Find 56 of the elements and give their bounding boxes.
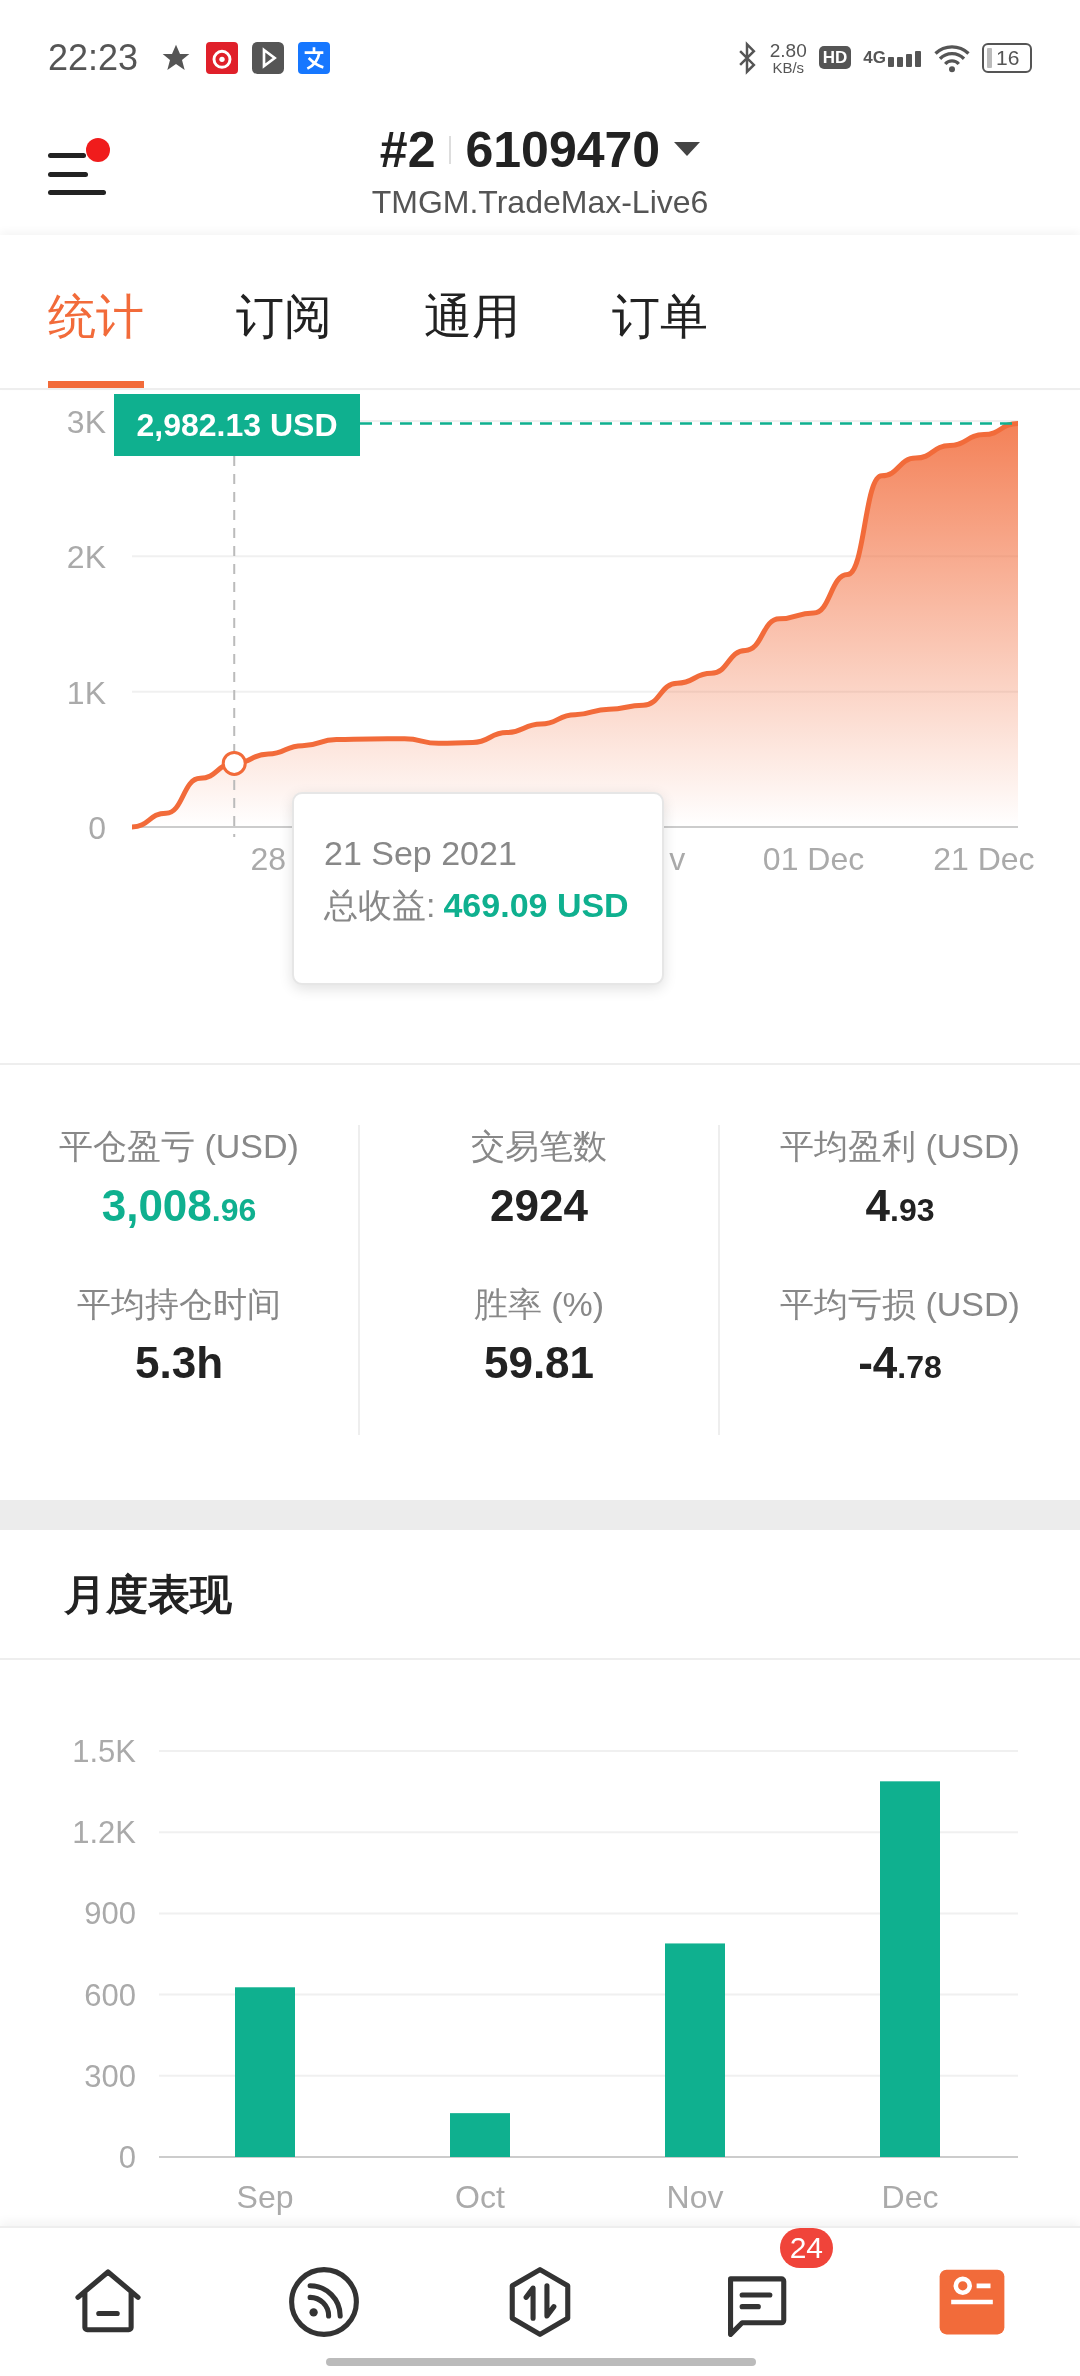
app-icon — [298, 41, 331, 74]
y-axis-label: 0 — [88, 810, 106, 846]
y-axis-label: 1K — [66, 674, 106, 711]
app-icon — [206, 41, 239, 74]
account-index: #2 — [379, 121, 436, 180]
tooltip-label: 总收益: — [324, 888, 436, 922]
stat-label: 平均亏损 (USD) — [780, 1283, 1020, 1325]
x-axis-label: Nov — [666, 2179, 724, 2215]
y-axis-label: 600 — [84, 1977, 136, 2013]
stat-value: 3,008.96 — [101, 1179, 257, 1232]
bar — [450, 2113, 510, 2157]
network-speed: 2.80 — [769, 40, 807, 60]
point-marker — [221, 750, 247, 776]
clock-time: 22:23 — [48, 35, 139, 80]
stat-label: 平均盈利 (USD) — [780, 1126, 1020, 1167]
server-name: TMGM.TradeMax-Live6 — [371, 182, 709, 222]
x-axis-label: Sep — [236, 2179, 294, 2215]
x-axis-label: 01 Dec — [762, 841, 865, 877]
y-axis-label: 1.5K — [72, 1734, 136, 1769]
stat-label: 交易笔数 — [471, 1126, 607, 1167]
stat-value: 2924 — [490, 1179, 588, 1232]
stat-value: 5.3h — [134, 1337, 223, 1389]
y-axis-label: 2K — [66, 539, 106, 576]
tab[interactable]: 订单 — [612, 281, 708, 388]
stat-label: 平仓盈亏 (USD) — [59, 1126, 299, 1167]
rss-icon — [287, 2265, 361, 2339]
x-axis-label: v — [669, 841, 686, 877]
stat-value: 4.93 — [865, 1179, 935, 1232]
wifi-icon — [934, 42, 970, 73]
tooltip-value: 469.09 USD — [443, 888, 629, 922]
stat-value: -4.78 — [858, 1337, 942, 1389]
account-number[interactable]: 6109470 — [465, 119, 661, 182]
hd-badge: HD — [818, 46, 852, 69]
tab[interactable]: 通用 — [424, 281, 520, 388]
stat-value: 59.81 — [483, 1337, 595, 1389]
signal-icon — [888, 48, 922, 67]
y-axis-label: 900 — [84, 1896, 136, 1932]
stat-label: 平均持仓时间 — [77, 1283, 281, 1325]
network-speed-unit: KB/s — [772, 59, 805, 75]
notification-badge: 24 — [779, 2228, 833, 2268]
network-type: 4G — [863, 48, 886, 66]
play-icon — [252, 41, 285, 74]
y-axis-label: 300 — [84, 2058, 136, 2094]
tooltip-date: 21 Sep 2021 — [324, 836, 518, 870]
stat-label: 胜率 (%) — [473, 1283, 605, 1325]
x-axis-label: Oct — [455, 2179, 505, 2215]
tab[interactable]: 订阅 — [236, 281, 332, 388]
section-title: 月度表现 — [64, 1569, 232, 1620]
x-axis-label: 21 Dec — [933, 841, 1035, 877]
x-axis-label: 28 — [250, 841, 287, 877]
y-axis-label: 1.2K — [72, 1815, 136, 1851]
y-axis-label: 0 — [118, 2140, 136, 2175]
x-axis-label: Dec — [881, 2179, 939, 2215]
battery-indicator: 16 — [982, 42, 1032, 73]
y-axis-label: 3K — [66, 404, 106, 440]
crosshair-value-label: 2,982.13 USD — [114, 394, 360, 456]
